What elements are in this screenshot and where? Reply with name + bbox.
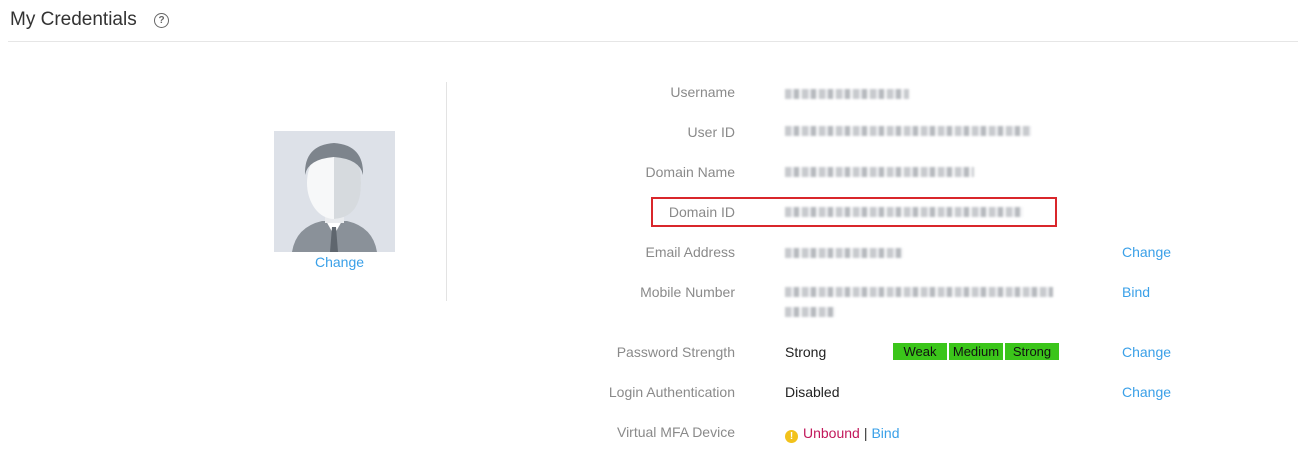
login-auth-label: Login Authentication	[608, 384, 735, 400]
mobile-value-redacted-line2	[785, 307, 835, 317]
change-password-link[interactable]: Change	[1122, 344, 1171, 360]
change-email-link[interactable]: Change	[1122, 244, 1171, 260]
password-strength-label: Password Strength	[616, 344, 735, 360]
header-divider	[8, 41, 1298, 42]
mfa-label: Virtual MFA Device	[616, 424, 735, 440]
domain-name-label: Domain Name	[645, 164, 735, 180]
strength-bar-medium: Medium	[949, 343, 1003, 360]
mfa-separator: |	[863, 425, 868, 441]
strength-bar-weak: Weak	[893, 343, 947, 360]
email-label: Email Address	[645, 244, 735, 260]
avatar	[274, 131, 395, 252]
change-login-auth-link[interactable]: Change	[1122, 384, 1171, 400]
user-id-label: User ID	[687, 124, 735, 140]
mfa-status: Unbound	[803, 425, 860, 441]
strength-bar-strong: Strong	[1005, 343, 1059, 360]
user-id-value-redacted	[785, 126, 1031, 136]
login-auth-value: Disabled	[785, 384, 840, 400]
password-strength-value: Strong	[785, 344, 827, 360]
domain-name-value-redacted	[785, 167, 974, 177]
user-silhouette-icon	[292, 143, 377, 252]
warning-icon: !	[785, 430, 798, 443]
change-avatar-link[interactable]: Change	[274, 254, 405, 270]
email-value-redacted	[785, 248, 903, 258]
bind-mobile-link[interactable]: Bind	[1122, 284, 1150, 300]
help-icon[interactable]: ?	[154, 13, 169, 28]
vertical-divider	[446, 82, 447, 301]
domain-id-label: Domain ID	[668, 204, 735, 220]
mobile-value-redacted-line1	[785, 287, 1053, 297]
mobile-label: Mobile Number	[640, 284, 735, 300]
username-label: Username	[670, 84, 735, 100]
page-title: My Credentials	[10, 9, 137, 30]
domain-id-value-redacted	[785, 207, 1023, 217]
mfa-value: ! Unbound | Bind	[785, 425, 900, 443]
bind-mfa-link[interactable]: Bind	[871, 425, 899, 441]
username-value-redacted	[785, 89, 909, 99]
